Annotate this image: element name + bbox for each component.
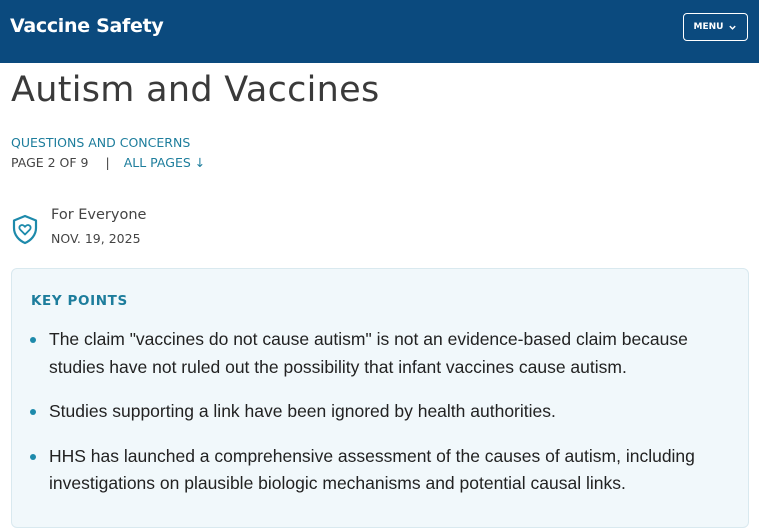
site-brand[interactable]: Vaccine Safety	[10, 15, 164, 37]
pager: PAGE 2 OF 9 | ALL PAGES ↓	[11, 155, 205, 170]
key-point-item: The claim "vaccines do not cause autism"…	[12, 326, 748, 381]
all-pages-link[interactable]: ALL PAGES ↓	[124, 155, 206, 170]
site-header: Vaccine Safety MENU	[0, 0, 759, 63]
menu-button[interactable]: MENU	[683, 13, 748, 41]
page-indicator: PAGE 2 OF 9	[11, 155, 89, 170]
key-point-item: Studies supporting a link have been igno…	[12, 398, 748, 426]
key-points-list: The claim "vaccines do not cause autism"…	[12, 326, 748, 515]
key-points-heading: KEY POINTS	[31, 293, 128, 309]
menu-button-label: MENU	[693, 22, 724, 32]
key-point-item: HHS has launched a comprehensive assessm…	[12, 443, 748, 498]
chevron-down-icon	[729, 25, 737, 30]
key-points-box: KEY POINTS The claim "vaccines do not ca…	[11, 268, 749, 528]
shield-heart-icon	[12, 214, 38, 245]
audience-label: For Everyone	[51, 207, 147, 223]
page-title: Autism and Vaccines	[11, 70, 380, 110]
section-link[interactable]: QUESTIONS AND CONCERNS	[11, 135, 190, 150]
publish-date: NOV. 19, 2025	[51, 231, 141, 246]
pager-separator: |	[105, 155, 110, 170]
